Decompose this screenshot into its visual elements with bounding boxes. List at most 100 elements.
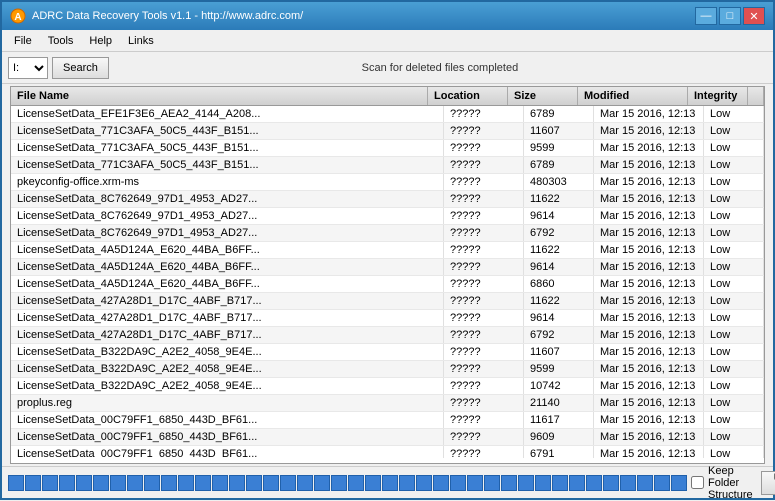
table-row[interactable]: LicenseSetData_4A5D124A_E620_44BA_B6FF..… [11, 276, 764, 293]
cell-2: 11622 [524, 242, 594, 258]
progress-block [518, 475, 534, 491]
progress-block [144, 475, 160, 491]
table-row[interactable]: LicenseSetData_4A5D124A_E620_44BA_B6FF..… [11, 259, 764, 276]
progress-block [365, 475, 381, 491]
cell-0: LicenseSetData_4A5D124A_E620_44BA_B6FF..… [11, 276, 444, 292]
cell-0: LicenseSetData_4A5D124A_E620_44BA_B6FF..… [11, 259, 444, 275]
cell-3: Mar 15 2016, 12:13 [594, 446, 704, 458]
keep-folder-checkbox[interactable] [691, 476, 704, 489]
app-icon: A [10, 8, 26, 24]
cell-1: ????? [444, 429, 524, 445]
table-row[interactable]: LicenseSetData_427A28D1_D17C_4ABF_B717..… [11, 310, 764, 327]
progress-blocks [8, 475, 687, 491]
cell-3: Mar 15 2016, 12:13 [594, 242, 704, 258]
cell-1: ????? [444, 361, 524, 377]
table-row[interactable]: LicenseSetData_8C762649_97D1_4953_AD27..… [11, 191, 764, 208]
menu-help[interactable]: Help [81, 33, 120, 49]
cell-3: Mar 15 2016, 12:13 [594, 310, 704, 326]
cell-0: LicenseSetData_8C762649_97D1_4953_AD27..… [11, 225, 444, 241]
col-modified: Modified [578, 87, 688, 105]
cell-3: Mar 15 2016, 12:13 [594, 191, 704, 207]
cell-2: 9609 [524, 429, 594, 445]
cell-3: Mar 15 2016, 12:13 [594, 378, 704, 394]
progress-block [399, 475, 415, 491]
progress-block [110, 475, 126, 491]
window-controls: — □ ✕ [695, 7, 765, 25]
cell-3: Mar 15 2016, 12:13 [594, 157, 704, 173]
cell-1: ????? [444, 293, 524, 309]
progress-block [501, 475, 517, 491]
cell-0: LicenseSetData_427A28D1_D17C_4ABF_B717..… [11, 293, 444, 309]
cell-2: 6789 [524, 157, 594, 173]
progress-block [382, 475, 398, 491]
progress-block [450, 475, 466, 491]
menu-tools[interactable]: Tools [40, 33, 82, 49]
table-row[interactable]: LicenseSetData_B322DA9C_A2E2_4058_9E4E..… [11, 378, 764, 395]
cell-2: 6792 [524, 225, 594, 241]
progress-block [348, 475, 364, 491]
cell-2: 11607 [524, 344, 594, 360]
minimize-button[interactable]: — [695, 7, 717, 25]
progress-block [93, 475, 109, 491]
close-button[interactable]: ✕ [743, 7, 765, 25]
maximize-button[interactable]: □ [719, 7, 741, 25]
progress-block [178, 475, 194, 491]
table-row[interactable]: LicenseSetData_427A28D1_D17C_4ABF_B717..… [11, 293, 764, 310]
cell-4: Low [704, 106, 764, 122]
cell-3: Mar 15 2016, 12:13 [594, 293, 704, 309]
progress-block [42, 475, 58, 491]
status-text: Scan for deleted files completed [113, 62, 767, 74]
table-row[interactable]: LicenseSetData_00C79FF1_6850_443D_BF61..… [11, 446, 764, 458]
cell-3: Mar 15 2016, 12:13 [594, 174, 704, 190]
table-row[interactable]: LicenseSetData_00C79FF1_6850_443D_BF61..… [11, 429, 764, 446]
table-row[interactable]: LicenseSetData_4A5D124A_E620_44BA_B6FF..… [11, 242, 764, 259]
cell-3: Mar 15 2016, 12:13 [594, 361, 704, 377]
cell-1: ????? [444, 276, 524, 292]
cell-1: ????? [444, 140, 524, 156]
progress-block [637, 475, 653, 491]
table-row[interactable]: LicenseSetData_8C762649_97D1_4953_AD27..… [11, 225, 764, 242]
cell-0: LicenseSetData_771C3AFA_50C5_443F_B151..… [11, 123, 444, 139]
cell-1: ????? [444, 344, 524, 360]
progress-block [331, 475, 347, 491]
progress-block [671, 475, 687, 491]
table-row[interactable]: LicenseSetData_771C3AFA_50C5_443F_B151..… [11, 140, 764, 157]
cell-4: Low [704, 395, 764, 411]
keep-folder-area[interactable]: Keep Folder Structure [691, 465, 753, 501]
cell-1: ????? [444, 446, 524, 458]
table-row[interactable]: pkeyconfig-office.xrm-ms?????480303Mar 1… [11, 174, 764, 191]
table-body[interactable]: LicenseSetData_EFE1F3E6_AEA2_4144_A208..… [11, 106, 764, 458]
cell-2: 10742 [524, 378, 594, 394]
search-button[interactable]: Search [52, 57, 109, 79]
table-row[interactable]: LicenseSetData_771C3AFA_50C5_443F_B151..… [11, 123, 764, 140]
menu-file[interactable]: File [6, 33, 40, 49]
cell-0: LicenseSetData_EFE1F3E6_AEA2_4144_A208..… [11, 106, 444, 122]
table-row[interactable]: LicenseSetData_771C3AFA_50C5_443F_B151..… [11, 157, 764, 174]
svg-text:A: A [14, 12, 21, 23]
drive-select[interactable]: I: C: D: [8, 57, 48, 79]
cell-1: ????? [444, 310, 524, 326]
table-row[interactable]: LicenseSetData_B322DA9C_A2E2_4058_9E4E..… [11, 361, 764, 378]
col-scroll [748, 87, 764, 105]
menu-links[interactable]: Links [120, 33, 162, 49]
cell-3: Mar 15 2016, 12:13 [594, 276, 704, 292]
cell-1: ????? [444, 191, 524, 207]
cell-1: ????? [444, 157, 524, 173]
cell-3: Mar 15 2016, 12:13 [594, 259, 704, 275]
table-row[interactable]: LicenseSetData_B322DA9C_A2E2_4058_9E4E..… [11, 344, 764, 361]
table-row[interactable]: LicenseSetData_EFE1F3E6_AEA2_4144_A208..… [11, 106, 764, 123]
table-row[interactable]: LicenseSetData_00C79FF1_6850_443D_BF61..… [11, 412, 764, 429]
table-row[interactable]: LicenseSetData_8C762649_97D1_4953_AD27..… [11, 208, 764, 225]
cell-1: ????? [444, 327, 524, 343]
cell-4: Low [704, 310, 764, 326]
cell-4: Low [704, 361, 764, 377]
undelete-button[interactable]: Undelete Files [761, 471, 775, 495]
cell-1: ????? [444, 106, 524, 122]
cell-0: LicenseSetData_00C79FF1_6850_443D_BF61..… [11, 429, 444, 445]
cell-3: Mar 15 2016, 12:13 [594, 429, 704, 445]
table-row[interactable]: proplus.reg?????21140Mar 15 2016, 12:13L… [11, 395, 764, 412]
progress-block [416, 475, 432, 491]
progress-block [586, 475, 602, 491]
cell-4: Low [704, 276, 764, 292]
table-row[interactable]: LicenseSetData_427A28D1_D17C_4ABF_B717..… [11, 327, 764, 344]
